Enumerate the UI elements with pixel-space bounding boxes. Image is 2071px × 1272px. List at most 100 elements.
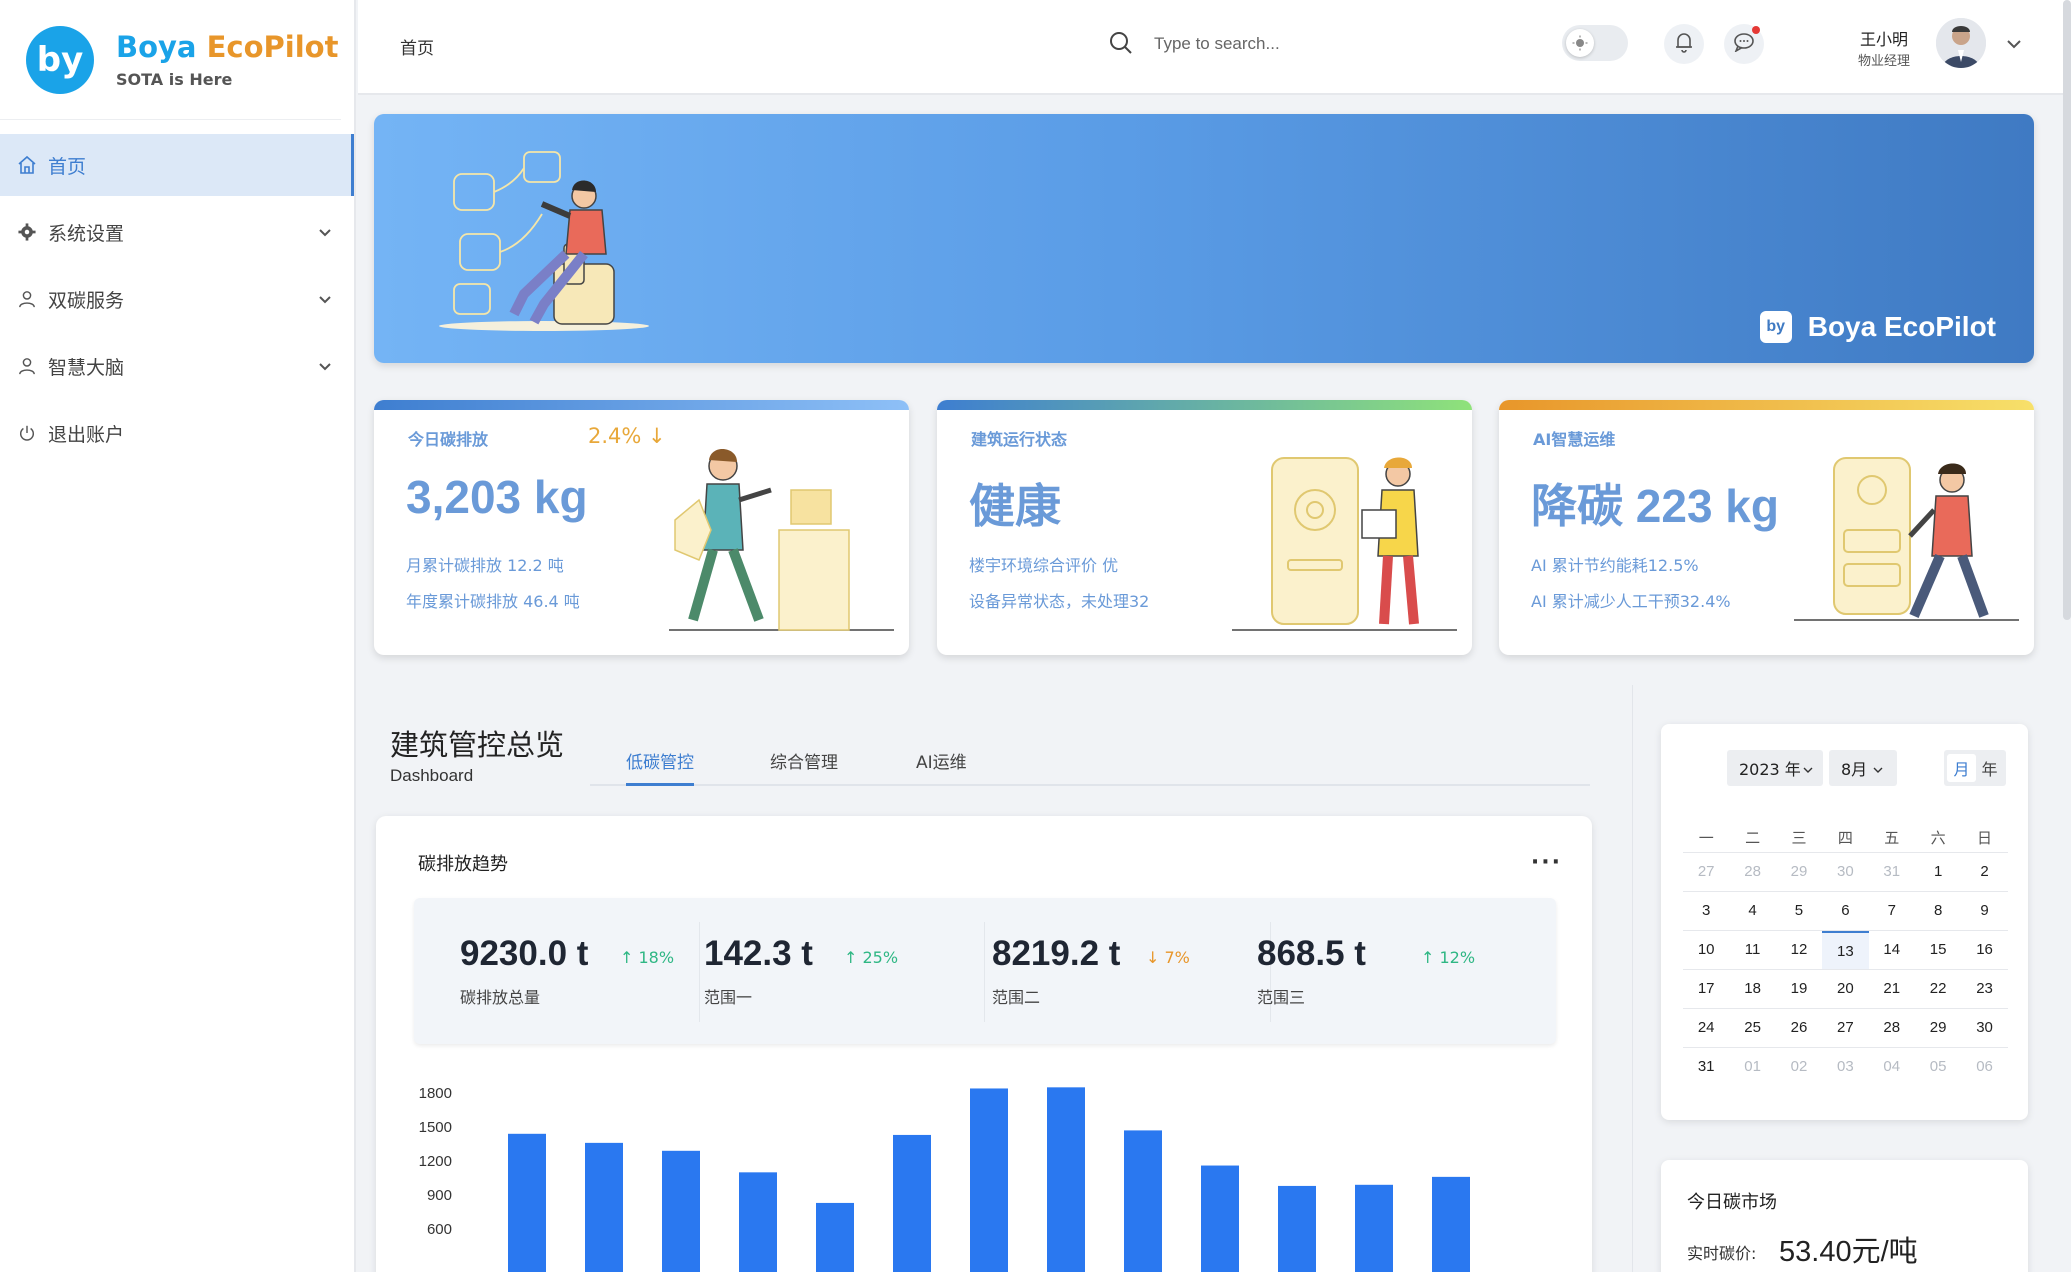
calendar-day[interactable]: 01 [1729,1048,1775,1086]
calendar-day[interactable]: 6 [1822,892,1868,930]
calendar-day[interactable]: 30 [1961,1009,2007,1047]
chevron-down-icon[interactable] [2006,34,2022,53]
chart-bar[interactable] [970,1088,1008,1272]
stat-card-emission[interactable]: 今日碳排放 2.4% ↓ 3,203 kg 月累计碳排放 12.2 吨 年度累计… [374,400,909,655]
calendar-day[interactable]: 23 [1961,970,2007,1008]
breadcrumb[interactable]: 首页 [400,34,434,59]
kpi-scope-2[interactable]: 8219.2 t 范围二 ↓ 7% [992,898,1277,1044]
chart-bar[interactable] [739,1172,777,1272]
calendar-day[interactable]: 8 [1915,892,1961,930]
calendar-day[interactable]: 31 [1869,853,1915,891]
calendar-day[interactable]: 11 [1729,931,1775,969]
chart-bar[interactable] [1278,1185,1316,1272]
calendar-day[interactable]: 06 [1961,1048,2007,1086]
mode-year-button[interactable]: 年 [1975,754,2004,782]
tab-low-carbon[interactable]: 低碳管控 [626,748,694,786]
chat-icon [1733,32,1755,56]
calendar-day[interactable]: 28 [1729,853,1775,891]
calendar-day[interactable]: 16 [1961,931,2007,969]
calendar-day[interactable]: 14 [1869,931,1915,969]
notification-button[interactable] [1664,24,1704,64]
chart-bar[interactable] [662,1150,700,1272]
search-icon[interactable] [1108,30,1134,60]
calendar-day[interactable]: 04 [1869,1048,1915,1086]
calendar-day[interactable]: 19 [1776,970,1822,1008]
weekday-label: 六 [1930,829,1946,847]
calendar-day[interactable]: 03 [1822,1048,1868,1086]
calendar-day[interactable]: 05 [1915,1048,1961,1086]
calendar-day[interactable]: 27 [1683,853,1729,891]
chart-bar[interactable] [1124,1130,1162,1272]
chart-bar[interactable] [508,1133,546,1272]
sidebar-item-label: 双碳服务 [48,289,125,312]
year-select[interactable]: 2023 年 [1727,750,1823,786]
chart-bar[interactable] [1355,1184,1393,1272]
calendar-week-row: 31 01 02 03 04 05 06 [1683,1047,2008,1086]
tab-integrated-management[interactable]: 综合管理 [770,748,838,783]
calendar-day[interactable]: 3 [1683,892,1729,930]
sidebar-item-home[interactable]: 首页 [0,134,354,196]
message-button[interactable] [1724,24,1764,64]
calendar-day[interactable]: 12 [1776,931,1822,969]
kpi-scope-1[interactable]: 142.3 t 范围一 ↑ 25% [704,898,989,1044]
calendar-day[interactable]: 18 [1729,970,1775,1008]
calendar-day[interactable]: 10 [1683,931,1729,969]
chart-bar[interactable] [893,1134,931,1272]
user-icon [16,288,38,310]
avatar[interactable] [1936,18,1986,68]
calendar-day[interactable]: 30 [1822,853,1868,891]
stat-card-building-status[interactable]: 建筑运行状态 健康 楼宇环境综合评价 优 设备异常状态，未处理32 [937,400,1472,655]
sidebar-item-logout[interactable]: 退出账户 [0,402,354,464]
mode-month-button[interactable]: 月 [1947,754,1976,782]
logo[interactable]: by Boya EcoPilot SOTA is Here [0,0,341,120]
calendar-day[interactable]: 24 [1683,1009,1729,1047]
more-options-icon[interactable]: ··· [1531,850,1562,875]
calendar-day[interactable]: 9 [1961,892,2007,930]
calendar-day[interactable]: 25 [1729,1009,1775,1047]
calendar-day[interactable]: 02 [1776,1048,1822,1086]
calendar-day[interactable]: 7 [1869,892,1915,930]
logo-mark: by [26,25,94,94]
banner-illustration [434,144,654,338]
chart-bar[interactable] [1201,1165,1239,1272]
calendar-day[interactable]: 4 [1729,892,1775,930]
search-input[interactable] [1154,28,1454,60]
user-name[interactable]: 王小明 [1844,26,1924,50]
page-scrollbar[interactable] [2063,0,2071,620]
calendar-day[interactable]: 29 [1915,1009,1961,1047]
tab-ai-ops[interactable]: AI运维 [916,748,967,783]
card-detail: 年度累计碳排放 46.4 吨 [406,592,580,611]
month-select[interactable]: 8月 [1829,750,1897,786]
calendar-day[interactable]: 26 [1776,1009,1822,1047]
chart-bar[interactable] [816,1202,854,1272]
calendar-day[interactable]: 28 [1869,1009,1915,1047]
panel-title: 碳排放趋势 [418,854,508,875]
sidebar-item-dual-carbon[interactable]: 双碳服务 [0,268,354,330]
chart-bar[interactable] [1432,1176,1470,1272]
chart-bar[interactable] [1047,1087,1085,1272]
y-tick-label: 1200 [419,1153,452,1170]
calendar-day[interactable]: 22 [1915,970,1961,1008]
calendar-day[interactable]: 21 [1869,970,1915,1008]
theme-toggle[interactable] [1562,25,1628,61]
calendar-day[interactable]: 31 [1683,1048,1729,1086]
chevron-down-icon [1873,759,1883,778]
kpi-total[interactable]: 9230.0 t 碳排放总量 ↑ 18% [414,898,699,1044]
top-header: 首页 王小明 物业经理 [358,0,2071,95]
calendar-day[interactable]: 1 [1915,853,1961,891]
calendar-day[interactable]: 17 [1683,970,1729,1008]
stat-card-ai-ops[interactable]: AI智慧运维 降碳 223 kg AI 累计节约能耗12.5% AI 累计减少人… [1499,400,2034,655]
calendar-grid: 一二三四五六日 27 28 29 30 31 1 2 3 4 5 6 7 8 9 10 11 12 13 14 15 1… [1683,824,2008,1086]
calendar-day[interactable]: 2 [1961,853,2007,891]
sidebar-item-label: 首页 [48,155,87,178]
sidebar-item-smart-brain[interactable]: 智慧大脑 [0,335,354,397]
sidebar-item-system-settings[interactable]: 系统设置 [0,201,354,263]
calendar-day[interactable]: 29 [1776,853,1822,891]
chart-bar[interactable] [585,1142,623,1272]
calendar-day[interactable]: 13 [1822,931,1869,969]
kpi-scope-3[interactable]: 868.5 t 范围三 ↑ 12% [1257,898,1556,1044]
calendar-day[interactable]: 5 [1776,892,1822,930]
calendar-day[interactable]: 15 [1915,931,1961,969]
calendar-day[interactable]: 27 [1822,1009,1868,1047]
calendar-day[interactable]: 20 [1822,970,1868,1008]
